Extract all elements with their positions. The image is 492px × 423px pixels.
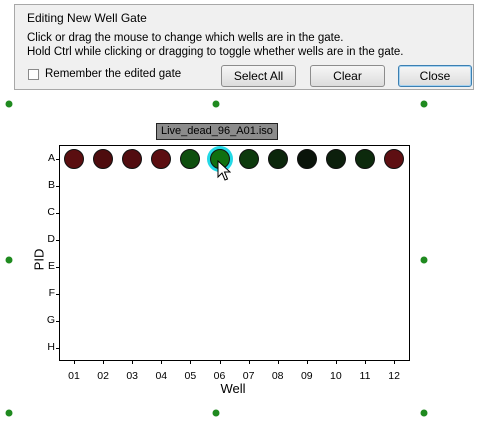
well-a02[interactable] <box>93 149 114 169</box>
resize-handle-left[interactable] <box>5 256 13 264</box>
y-tick <box>56 240 59 241</box>
clear-button[interactable]: Clear <box>310 65 385 87</box>
dialog-title: Editing New Well Gate <box>27 11 147 25</box>
instruction-line-1: Click or drag the mouse to change which … <box>27 32 344 44</box>
x-tick <box>335 361 337 364</box>
well-a09[interactable] <box>296 149 317 169</box>
column-label-08: 08 <box>271 370 284 382</box>
row-label-h: H <box>47 341 55 353</box>
x-tick <box>365 361 366 364</box>
row-label-a: A <box>47 152 55 164</box>
well-a12[interactable] <box>384 149 405 169</box>
column-label-04: 04 <box>155 370 168 382</box>
x-tick <box>161 361 163 364</box>
column-label-03: 03 <box>126 370 139 382</box>
y-tick <box>56 348 59 349</box>
x-axis-title: Well <box>220 381 246 396</box>
well-a11[interactable] <box>355 149 375 169</box>
column-label-01: 01 <box>68 370 80 382</box>
column-label-09: 09 <box>300 370 313 382</box>
column-label-05: 05 <box>184 370 197 382</box>
resize-handle-top-left[interactable] <box>5 100 13 108</box>
resize-handle-top[interactable] <box>212 100 220 108</box>
well-plate-plot[interactable] <box>59 145 410 361</box>
row-label-d: D <box>47 233 55 245</box>
well-a05[interactable] <box>180 149 201 169</box>
column-label-11: 11 <box>359 370 371 382</box>
well-a08[interactable] <box>267 149 288 169</box>
remember-label: Remember the edited gate <box>45 68 182 80</box>
x-tick <box>306 361 308 364</box>
select-all-button[interactable]: Select All <box>221 65 296 87</box>
column-label-02: 02 <box>97 370 109 382</box>
y-axis-title: PID <box>31 248 47 271</box>
x-tick <box>277 361 279 364</box>
x-tick <box>219 361 221 364</box>
resize-handle-top-right[interactable] <box>420 100 428 108</box>
row-label-g: G <box>46 314 55 326</box>
y-tick <box>56 159 59 160</box>
well-a04[interactable] <box>151 149 172 169</box>
remember-checkbox[interactable] <box>28 68 39 80</box>
well-tooltip: Live_dead_96_A01.iso <box>156 123 278 140</box>
y-tick <box>56 321 59 322</box>
x-tick <box>394 361 396 364</box>
instruction-line-2: Hold Ctrl while clicking or dragging to … <box>27 46 404 58</box>
column-label-10: 10 <box>330 370 342 382</box>
mouse-pointer-icon <box>217 160 231 181</box>
x-tick <box>248 361 250 364</box>
well-a03[interactable] <box>122 149 143 169</box>
y-tick <box>56 267 59 268</box>
y-tick <box>56 294 59 295</box>
column-label-12: 12 <box>388 370 400 382</box>
x-tick <box>103 361 105 364</box>
y-tick <box>56 186 59 187</box>
resize-handle-right[interactable] <box>420 256 428 264</box>
well-a01[interactable] <box>64 149 84 169</box>
x-tick <box>132 361 134 364</box>
resize-handle-bottom-left[interactable] <box>5 409 13 417</box>
well-a07[interactable] <box>238 149 259 169</box>
x-tick <box>74 361 75 364</box>
gate-edit-dialog: Editing New Well Gate Click or drag the … <box>14 4 474 90</box>
close-button[interactable]: Close <box>398 65 472 87</box>
resize-handle-bottom-right[interactable] <box>420 409 428 417</box>
well-a10[interactable] <box>325 149 346 169</box>
row-label-f: F <box>48 287 55 299</box>
row-label-c: C <box>47 206 55 218</box>
row-label-e: E <box>47 260 55 272</box>
remember-gate-option[interactable]: Remember the edited gate <box>28 68 181 80</box>
row-label-b: B <box>47 179 55 191</box>
y-tick <box>56 213 59 214</box>
resize-handle-bottom[interactable] <box>212 409 220 417</box>
x-tick <box>190 361 192 364</box>
